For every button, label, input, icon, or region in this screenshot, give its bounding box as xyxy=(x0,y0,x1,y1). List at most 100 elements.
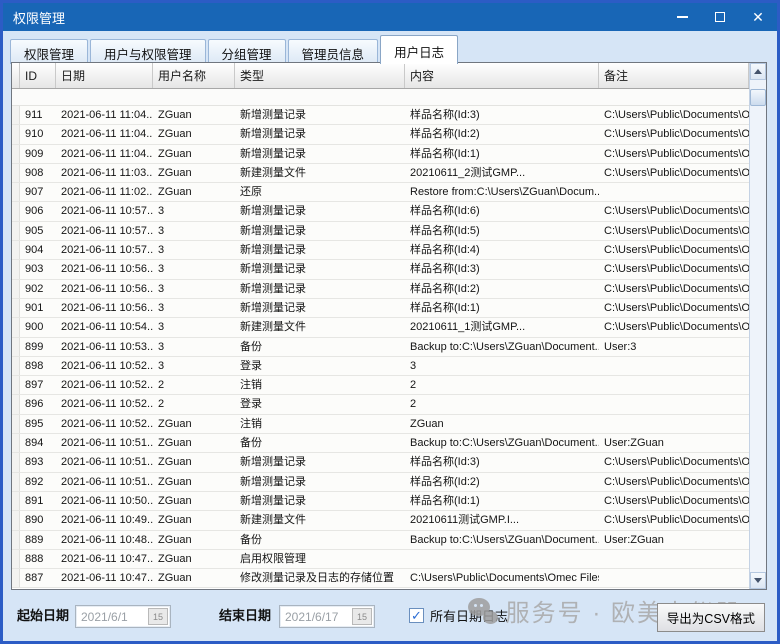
cell-remark: User:3 xyxy=(599,338,749,356)
cell-type: 注销 xyxy=(235,376,405,394)
table-row[interactable]: 8972021-06-11 10:52...2注销2 xyxy=(12,376,749,395)
cell-content: 样品名称(Id:3) xyxy=(405,260,599,278)
minimize-icon xyxy=(677,16,688,18)
cell-id: 910 xyxy=(20,125,56,143)
tab-2[interactable]: 分组管理 xyxy=(208,39,286,64)
table-row[interactable]: 8872021-06-11 10:47...ZGuan修改测量记录及日志的存储位… xyxy=(12,569,749,588)
end-date-field[interactable]: 15 xyxy=(279,605,375,628)
cell-id: 906 xyxy=(20,202,56,220)
table-row[interactable]: 8882021-06-11 10:47...ZGuan启用权限管理 xyxy=(12,550,749,569)
table-row[interactable]: 8932021-06-11 10:51...ZGuan新增测量记录样品名称(Id… xyxy=(12,453,749,472)
cell-id: 904 xyxy=(20,241,56,259)
start-date-input[interactable] xyxy=(76,610,148,624)
cell-content: 样品名称(Id:4) xyxy=(405,241,599,259)
cell-user: ZGuan xyxy=(153,415,235,433)
cell-user: ZGuan xyxy=(153,531,235,549)
cell-content: Backup to:C:\Users\ZGuan\Document... xyxy=(405,338,599,356)
table-row[interactable]: 8892021-06-11 10:48...ZGuan备份Backup to:C… xyxy=(12,531,749,550)
table-row[interactable]: 8902021-06-11 10:49...ZGuan新建测量文件2021061… xyxy=(12,511,749,530)
table-row[interactable]: 8912021-06-11 10:50...ZGuan新增测量记录样品名称(Id… xyxy=(12,492,749,511)
table-row[interactable]: 9092021-06-11 11:04...ZGuan新增测量记录样品名称(Id… xyxy=(12,145,749,164)
table-row[interactable]: 8992021-06-11 10:53...3备份Backup to:C:\Us… xyxy=(12,338,749,357)
cell-type: 备份 xyxy=(235,338,405,356)
cell-type: 新增测量记录 xyxy=(235,222,405,240)
column-header-0[interactable]: ID xyxy=(20,63,56,88)
cell-content: 2 xyxy=(405,376,599,394)
table-row[interactable]: 8982021-06-11 10:52...3登录3 xyxy=(12,357,749,376)
cell-content: Backup to:C:\Users\ZGuan\Document... xyxy=(405,434,599,452)
table-row[interactable]: 9072021-06-11 11:02...ZGuan还原Restore fro… xyxy=(12,183,749,202)
scrollbar-track[interactable] xyxy=(750,106,766,572)
row-gutter xyxy=(12,434,20,452)
table-row[interactable]: 9102021-06-11 11:04...ZGuan新增测量记录样品名称(Id… xyxy=(12,125,749,144)
cell-remark: C:\Users\Public\Documents\O... xyxy=(599,318,749,336)
tab-3[interactable]: 管理员信息 xyxy=(288,39,379,64)
calendar-icon[interactable]: 15 xyxy=(148,608,168,625)
column-header-4[interactable]: 内容 xyxy=(405,63,599,88)
maximize-button[interactable] xyxy=(701,3,739,31)
cell-user: 3 xyxy=(153,357,235,375)
column-header-3[interactable]: 类型 xyxy=(235,63,405,88)
table-row[interactable]: 9042021-06-11 10:57...3新增测量记录样品名称(Id:4)C… xyxy=(12,241,749,260)
table-row[interactable]: 9002021-06-11 10:54...3新建测量文件20210611_1测… xyxy=(12,318,749,337)
cell-content: 2 xyxy=(405,395,599,413)
cell-content: 样品名称(Id:1) xyxy=(405,145,599,163)
table-row[interactable]: 8962021-06-11 10:52...2登录2 xyxy=(12,395,749,414)
cell-date: 2021-06-11 10:51... xyxy=(56,453,153,471)
tab-4[interactable]: 用户日志 xyxy=(380,35,458,64)
cell-date: 2021-06-11 10:51... xyxy=(56,473,153,491)
tab-strip: 权限管理用户与权限管理分组管理管理员信息用户日志 xyxy=(3,31,777,64)
cell-user: 3 xyxy=(153,241,235,259)
cell-type: 还原 xyxy=(235,183,405,201)
table-blank-row xyxy=(12,89,749,106)
table-row[interactable]: 9022021-06-11 10:56...3新增测量记录样品名称(Id:2)C… xyxy=(12,280,749,299)
cell-remark xyxy=(599,569,749,587)
export-csv-button[interactable]: 导出为CSV格式 xyxy=(657,603,765,632)
cell-date: 2021-06-11 10:49... xyxy=(56,511,153,529)
row-gutter xyxy=(12,395,20,413)
cell-user: ZGuan xyxy=(153,473,235,491)
table-row[interactable]: 8922021-06-11 10:51...ZGuan新增测量记录样品名称(Id… xyxy=(12,473,749,492)
row-gutter xyxy=(12,569,20,587)
column-header-2[interactable]: 用户名称 xyxy=(153,63,235,88)
column-header-1[interactable]: 日期 xyxy=(56,63,153,88)
table-row[interactable]: 8952021-06-11 10:52...ZGuan注销ZGuan xyxy=(12,415,749,434)
vertical-scrollbar[interactable] xyxy=(749,63,766,589)
scrollbar-up-button[interactable] xyxy=(750,63,766,80)
row-gutter xyxy=(12,260,20,278)
cell-type: 新建测量文件 xyxy=(235,164,405,182)
table-row[interactable]: 9062021-06-11 10:57...3新增测量记录样品名称(Id:6)C… xyxy=(12,202,749,221)
table-rows: 9112021-06-11 11:04...ZGuan新增测量记录样品名称(Id… xyxy=(12,106,749,589)
tab-0[interactable]: 权限管理 xyxy=(10,39,88,64)
cell-user: ZGuan xyxy=(153,183,235,201)
scrollbar-thumb[interactable] xyxy=(750,89,766,106)
table-row[interactable]: 8942021-06-11 10:51...ZGuan备份Backup to:C… xyxy=(12,434,749,453)
table-row[interactable]: 9112021-06-11 11:04...ZGuan新增测量记录样品名称(Id… xyxy=(12,106,749,125)
cell-id: 893 xyxy=(20,453,56,471)
cell-id: 899 xyxy=(20,338,56,356)
cell-id: 900 xyxy=(20,318,56,336)
cell-date: 2021-06-11 10:54... xyxy=(56,318,153,336)
table-row[interactable]: 9012021-06-11 10:56...3新增测量记录样品名称(Id:1)C… xyxy=(12,299,749,318)
cell-remark xyxy=(599,357,749,375)
close-button[interactable]: ✕ xyxy=(739,3,777,31)
all-logs-checkbox[interactable]: ✓ xyxy=(409,608,424,623)
cell-id: 896 xyxy=(20,395,56,413)
calendar-icon[interactable]: 15 xyxy=(352,608,372,625)
cell-content: 样品名称(Id:3) xyxy=(405,106,599,124)
arrow-down-icon xyxy=(754,578,762,583)
minimize-button[interactable] xyxy=(663,3,701,31)
start-date-field[interactable]: 15 xyxy=(75,605,171,628)
table-row[interactable]: 9082021-06-11 11:03...ZGuan新建测量文件2021061… xyxy=(12,164,749,183)
tab-1[interactable]: 用户与权限管理 xyxy=(90,39,206,64)
table-row[interactable]: 9032021-06-11 10:56...3新增测量记录样品名称(Id:3)C… xyxy=(12,260,749,279)
end-date-input[interactable] xyxy=(280,610,352,624)
cell-remark: C:\Users\Public\Documents\O... xyxy=(599,164,749,182)
table-row[interactable]: 9052021-06-11 10:57...3新增测量记录样品名称(Id:5)C… xyxy=(12,222,749,241)
cell-type: 新增测量记录 xyxy=(235,145,405,163)
cell-date: 2021-06-11 10:47... xyxy=(56,569,153,587)
scrollbar-down-button[interactable] xyxy=(750,572,766,589)
row-gutter xyxy=(12,531,20,549)
cell-remark: C:\Users\Public\Documents\O... xyxy=(599,222,749,240)
column-header-5[interactable]: 备注 xyxy=(599,63,749,88)
